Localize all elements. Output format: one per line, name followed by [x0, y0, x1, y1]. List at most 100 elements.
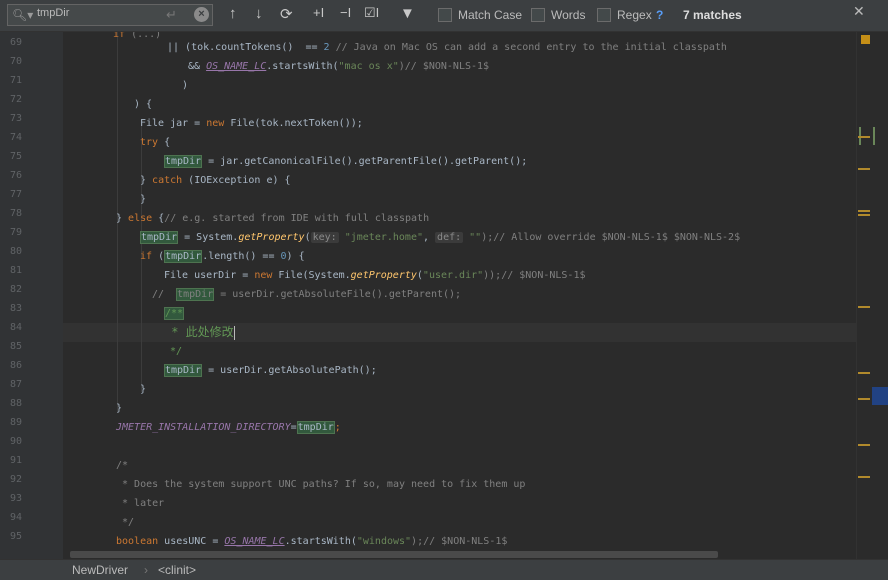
code-line[interactable]: // tmpDir = userDir.getAbsoluteFile().ge… [152, 285, 461, 304]
breadcrumb-class[interactable]: NewDriver [72, 563, 128, 577]
line-number: 69 [9, 37, 22, 48]
line-number: 78 [9, 208, 22, 219]
words-label[interactable]: Words [551, 8, 585, 22]
param-hint: key: [310, 232, 339, 243]
code-line[interactable]: if (tmpDir.length() == 0) { [140, 247, 305, 266]
code-line[interactable]: */ [164, 342, 182, 361]
code-line[interactable]: ) [182, 76, 188, 95]
match-marker[interactable] [858, 398, 870, 400]
line-number: 75 [9, 151, 22, 162]
line-number: 83 [9, 303, 22, 314]
line-number: 82 [9, 284, 22, 295]
line-number-gutter[interactable]: 69 70 71 72 73 74 75 76 77 78 79 80 81 8… [0, 32, 63, 559]
code-line[interactable]: * 此处修改 [164, 323, 235, 342]
match-count: 7 matches [683, 8, 742, 22]
regex-help-icon[interactable]: ? [656, 8, 663, 22]
code-line[interactable]: */ [116, 513, 134, 532]
line-number: 89 [9, 417, 22, 428]
match-marker[interactable] [858, 476, 870, 478]
line-number: 94 [9, 512, 22, 523]
search-match: tmpDir [140, 231, 179, 244]
code-line[interactable]: } [116, 399, 122, 418]
code-line[interactable]: tmpDir = System.getProperty(key: "jmeter… [140, 228, 740, 247]
line-number: 71 [9, 75, 22, 86]
code-line[interactable]: ) { [134, 95, 152, 114]
line-number: 86 [9, 360, 22, 371]
code-line[interactable]: tmpDir = jar.getCanonicalFile().getParen… [164, 152, 527, 171]
next-match-icon[interactable]: ↓ [255, 5, 263, 22]
find-bar: 🔍︎▾ tmpDir ↵ × ↑ ↓ ⟳ +I −I ☑I ▼ Match Ca… [0, 0, 888, 32]
match-marker[interactable] [858, 168, 870, 170]
regex-checkbox[interactable] [597, 8, 611, 22]
line-number: 90 [9, 436, 22, 447]
code-line[interactable]: } [140, 190, 146, 209]
match-marker[interactable] [858, 210, 870, 212]
find-all-icon[interactable]: ⟳ [280, 5, 293, 23]
match-marker[interactable] [858, 372, 870, 374]
match-marker[interactable] [858, 214, 870, 216]
select-all-icon[interactable]: ☑I [364, 5, 379, 21]
line-number: 91 [9, 455, 22, 466]
code-line[interactable]: * later [116, 494, 164, 513]
add-selection-icon[interactable]: +I [313, 5, 324, 20]
line-number: 73 [9, 113, 22, 124]
search-match: tmpDir [296, 421, 335, 434]
line-number: 79 [9, 227, 22, 238]
line-number: 77 [9, 189, 22, 200]
line-number: 74 [9, 132, 22, 143]
search-match: tmpDir [176, 288, 215, 301]
match-marker[interactable] [858, 306, 870, 308]
code-line[interactable]: JMETER_INSTALLATION_DIRECTORY=tmpDir; [116, 418, 341, 437]
breadcrumb: NewDriver › <clinit> [0, 559, 888, 580]
regex-label[interactable]: Regex [617, 8, 652, 22]
prev-match-icon[interactable]: ↑ [229, 5, 237, 22]
breadcrumb-method[interactable]: <clinit> [158, 563, 196, 577]
code-line[interactable]: File jar = new File(tok.nextToken()); [140, 114, 363, 133]
vertical-scrollbar[interactable] [856, 32, 888, 559]
code-line[interactable]: } catch (IOException e) { [140, 171, 291, 190]
match-marker[interactable] [858, 444, 870, 446]
param-hint: def: [435, 232, 464, 243]
search-icon[interactable]: 🔍︎▾ [12, 8, 33, 22]
line-number: 87 [9, 379, 22, 390]
code-line[interactable]: try { [140, 133, 170, 152]
line-number: 72 [9, 94, 22, 105]
close-icon[interactable]: ✕ [853, 3, 865, 20]
code-editor[interactable]: if (...) || (tok.countTokens() == 2 // J… [63, 32, 856, 559]
code-line[interactable]: && OS_NAME_LC.startsWith("mac os x")// $… [188, 57, 489, 76]
code-line[interactable]: /* [116, 456, 128, 475]
scrollbar-thumb[interactable] [872, 387, 888, 405]
code-line[interactable]: if (...) [113, 32, 161, 44]
line-number: 80 [9, 246, 22, 257]
clear-icon[interactable]: × [194, 7, 209, 22]
code-line[interactable]: /** [164, 304, 185, 323]
code-line[interactable]: File userDir = new File(System.getProper… [164, 266, 586, 285]
text-caret [233, 325, 235, 340]
search-input[interactable]: 🔍︎▾ tmpDir ↵ × [7, 4, 213, 26]
search-query[interactable]: tmpDir [37, 7, 69, 19]
line-number: 93 [9, 493, 22, 504]
remove-selection-icon[interactable]: −I [340, 5, 351, 20]
search-match: tmpDir [164, 364, 203, 377]
line-number: 92 [9, 474, 22, 485]
breadcrumb-separator: › [144, 563, 148, 577]
code-line[interactable]: } else {// e.g. started from IDE with fu… [116, 209, 429, 228]
match-case-label[interactable]: Match Case [458, 8, 522, 22]
code-line[interactable]: tmpDir = userDir.getAbsolutePath(); [164, 361, 377, 380]
doc-comment-start: /** [164, 307, 185, 320]
line-number: 85 [9, 341, 22, 352]
match-marker[interactable] [858, 136, 870, 138]
search-match: tmpDir [164, 155, 203, 168]
code-line[interactable]: boolean usesUNC = OS_NAME_LC.startsWith(… [116, 532, 507, 551]
line-number: 88 [9, 398, 22, 409]
line-number: 70 [9, 56, 22, 67]
code-line[interactable]: * Does the system support UNC paths? If … [116, 475, 525, 494]
code-line[interactable]: || (tok.countTokens() == 2 // Java on Ma… [167, 38, 727, 57]
analysis-status-icon [861, 35, 870, 44]
horizontal-scrollbar[interactable] [70, 551, 718, 558]
filter-icon[interactable]: ▼ [400, 5, 415, 22]
match-case-checkbox[interactable] [438, 8, 452, 22]
code-line[interactable]: } [140, 380, 146, 399]
words-checkbox[interactable] [531, 8, 545, 22]
line-number: 76 [9, 170, 22, 181]
